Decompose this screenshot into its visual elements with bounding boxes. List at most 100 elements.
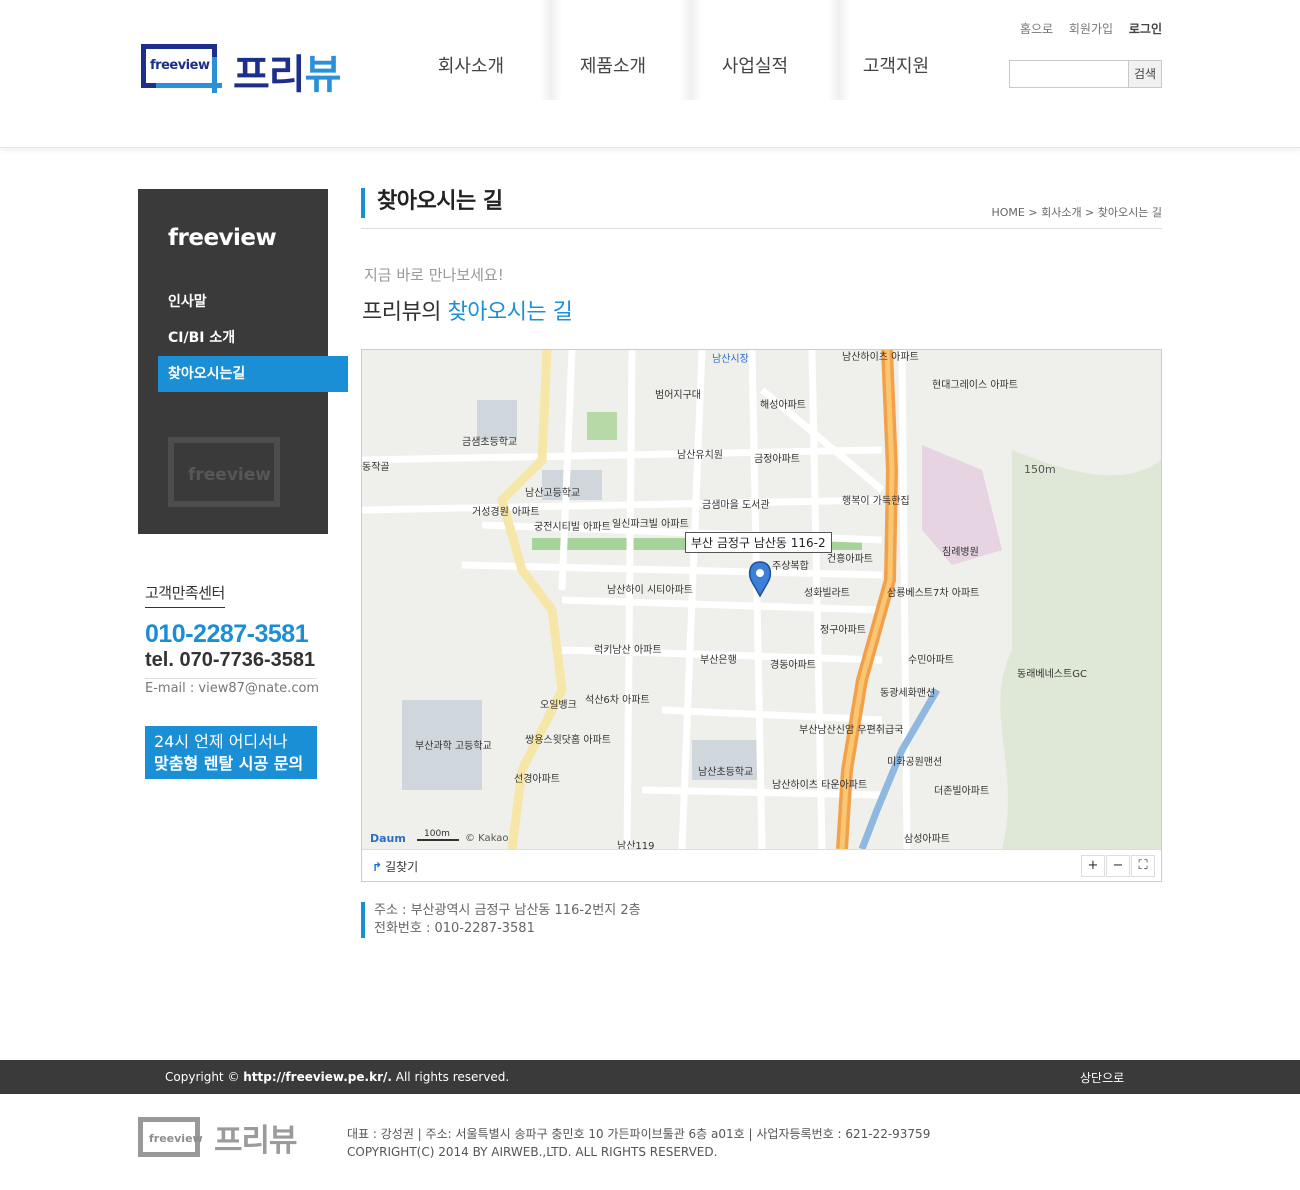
- map-place-label: 동광세화맨션: [880, 687, 935, 699]
- search-button[interactable]: 검색: [1128, 60, 1162, 88]
- map-place-label: 동작골: [362, 461, 390, 473]
- route-link[interactable]: ↱ 길찾기: [372, 858, 418, 875]
- map-place-label: 더존빌아파트: [934, 785, 989, 797]
- map-place-label: 일신파크빌 아파트: [612, 518, 689, 530]
- map-place-label: 선경아파트: [514, 772, 560, 785]
- nav-item-support[interactable]: 고객지원: [825, 0, 967, 100]
- logo-name-part-a: 프리: [233, 52, 306, 98]
- banner-line1: 24시 언제 어디서나: [154, 732, 288, 751]
- footer-logo: freeview 프리뷰: [138, 1115, 308, 1161]
- utility-links: 홈으로 회원가입 로그인: [1008, 20, 1162, 37]
- customer-center-email: E-mail : view87@nate.com: [145, 681, 320, 696]
- nav-item-products[interactable]: 제품소개: [542, 0, 684, 100]
- map-scale-label: 100m: [424, 829, 450, 839]
- nav-label: 회사소개: [437, 56, 505, 77]
- map-toolbar: ↱ 길찾기 + − ⛶: [362, 849, 1161, 881]
- footer-company-info: 대표 : 강성권 | 주소: 서울특별시 송파구 충민호 10 가든파이브툴관 …: [347, 1127, 931, 1141]
- map-place-label: 부산과학 고등학교: [415, 740, 492, 752]
- footer-info: 대표 : 강성권 | 주소: 서울특별시 송파구 충민호 10 가든파이브툴관 …: [347, 1125, 930, 1161]
- nav-label: 고객지원: [862, 56, 930, 77]
- map-place-label: 금샘초등학교: [462, 436, 517, 448]
- side-nav-title: freeview: [168, 225, 277, 251]
- map-place-label: 금샘마을 도서관: [702, 499, 770, 511]
- login-link[interactable]: 로그인: [1129, 22, 1162, 36]
- map-place-label: 쌍용스윗닷홈 아파트: [525, 733, 611, 746]
- map-elevation-label: 150m: [1024, 463, 1056, 476]
- home-link[interactable]: 홈으로: [1020, 22, 1053, 36]
- map-place-label: 삼성아파트: [904, 833, 950, 845]
- section-heading-prefix: 프리뷰의: [362, 300, 448, 325]
- search-input[interactable]: [1009, 60, 1129, 88]
- map-place-label: 범어지구대: [655, 389, 701, 401]
- logo-name: 프리뷰: [233, 42, 341, 100]
- customer-center-title: 고객만족센터: [145, 582, 225, 608]
- map-place-label: 남산하이츠 아파트: [842, 350, 919, 363]
- footer-copyright-line: COPYRIGHT(C) 2014 BY AIRWEB.,LTD. ALL RI…: [347, 1145, 718, 1159]
- map-place-label: 남산고등학교: [525, 487, 580, 499]
- side-nav-item-directions[interactable]: 찾아오시는길: [158, 356, 348, 392]
- map-place-label: 건흥아파트: [827, 552, 873, 565]
- map-place-label: 럭키남산 아파트: [594, 644, 662, 656]
- section-heading-highlight: 찾아오시는 길: [447, 300, 573, 325]
- footer-bar: Copyright © http://freeview.pe.kr/. All …: [0, 1060, 1300, 1094]
- section-subtitle: 지금 바로 만나보세요!: [364, 266, 504, 284]
- footer-copyright: Copyright © http://freeview.pe.kr/. All …: [165, 1070, 509, 1084]
- page-title: 찾아오시는 길: [361, 188, 503, 218]
- divider: [145, 678, 317, 679]
- map-place-label: 동래베네스트GC: [1017, 668, 1087, 680]
- map-school-block: [477, 400, 517, 440]
- map-place-label: 주상복합: [772, 560, 809, 572]
- side-nav-item-greeting[interactable]: 인사말: [158, 284, 348, 320]
- route-label: 길찾기: [385, 860, 419, 874]
- nav-item-company[interactable]: 회사소개: [400, 0, 542, 100]
- customer-center-tel: tel. 070-7736-3581: [145, 649, 316, 671]
- logo-mark: freeview: [138, 40, 222, 93]
- map-place-label: 남산하이츠 타운아파트: [772, 778, 867, 791]
- divider: [361, 228, 1162, 229]
- map-place-label: 거성경원 아파트: [472, 505, 540, 518]
- rental-inquiry-banner[interactable]: 24시 언제 어디서나 맞춤형 렌탈 시공 문의: [145, 726, 317, 779]
- map-marker-label: 부산 금정구 남산동 116-2: [685, 532, 832, 553]
- map-canvas[interactable]: Daum 100m © Kakao 150m 남산시장 남산하이츠 아파트 현대…: [362, 350, 1161, 849]
- map-place-label: 오일뱅크: [540, 699, 577, 711]
- copyright-url[interactable]: http://freeview.pe.kr/.: [243, 1070, 392, 1084]
- footer-logo-mark-text: freeview: [149, 1132, 203, 1145]
- map-place-label: 경동아파트: [770, 658, 816, 671]
- footer-logo-name: 프리뷰: [214, 1123, 298, 1159]
- location-map[interactable]: Daum 100m © Kakao 150m 남산시장 남산하이츠 아파트 현대…: [361, 349, 1162, 882]
- fullscreen-icon[interactable]: ⛶: [1131, 855, 1155, 877]
- map-place-label: 삼룡베스트7차 아파트: [887, 587, 979, 599]
- map-river: [858, 688, 941, 849]
- join-link[interactable]: 회원가입: [1069, 22, 1113, 36]
- nav-item-projects[interactable]: 사업실적: [684, 0, 826, 100]
- side-nav-item-ci-bi[interactable]: CI/BI 소개: [158, 320, 348, 356]
- banner-line2: 맞춤형 렌탈 시공 문의: [154, 754, 304, 773]
- map-place-label: 남산유치원: [677, 449, 723, 461]
- back-to-top-link[interactable]: 상단으로: [1080, 1069, 1124, 1086]
- map-place-label: 침례병원: [942, 546, 979, 558]
- map-place-label: 궁전시티빌 아파트: [534, 521, 611, 533]
- zoom-in-button[interactable]: +: [1081, 855, 1105, 877]
- map-place-label: 현대그레이스 아파트: [932, 379, 1018, 391]
- breadcrumb: HOME > 회사소개 > 찾아오시는 길: [991, 206, 1163, 219]
- address-line: 주소 : 부산광역시 금정구 남산동 116-2번지 2층: [374, 903, 641, 918]
- zoom-out-button[interactable]: −: [1106, 855, 1130, 877]
- map-park-area: [1000, 450, 1161, 849]
- map-place-label: 남산하이 시티아파트: [607, 583, 693, 596]
- route-arrow-icon: ↱: [372, 860, 383, 874]
- map-place-label: 부산은행: [700, 654, 737, 666]
- nav-label: 제품소개: [579, 56, 647, 77]
- map-place-label: 성화빌라트: [804, 587, 850, 599]
- map-place-label: 정구아파트: [820, 624, 866, 636]
- map-place-label: 수민아파트: [908, 654, 954, 666]
- side-nav-watermark-logo: freeview: [168, 437, 282, 509]
- map-place-label: 해성아파트: [760, 398, 806, 411]
- map-location-marker[interactable]: [748, 561, 772, 598]
- site-logo[interactable]: freeview 프리뷰: [138, 40, 348, 98]
- map-place-label: 석산6차 아파트: [585, 694, 650, 706]
- section-heading: 프리뷰의 찾아오시는 길: [362, 294, 573, 326]
- logo-mark-text: freeview: [150, 58, 210, 73]
- map-brand: Daum: [370, 832, 406, 845]
- side-nav-watermark-text: freeview: [188, 465, 271, 485]
- side-nav: freeview 인사말 CI/BI 소개 찾아오시는길 freeview: [138, 189, 348, 534]
